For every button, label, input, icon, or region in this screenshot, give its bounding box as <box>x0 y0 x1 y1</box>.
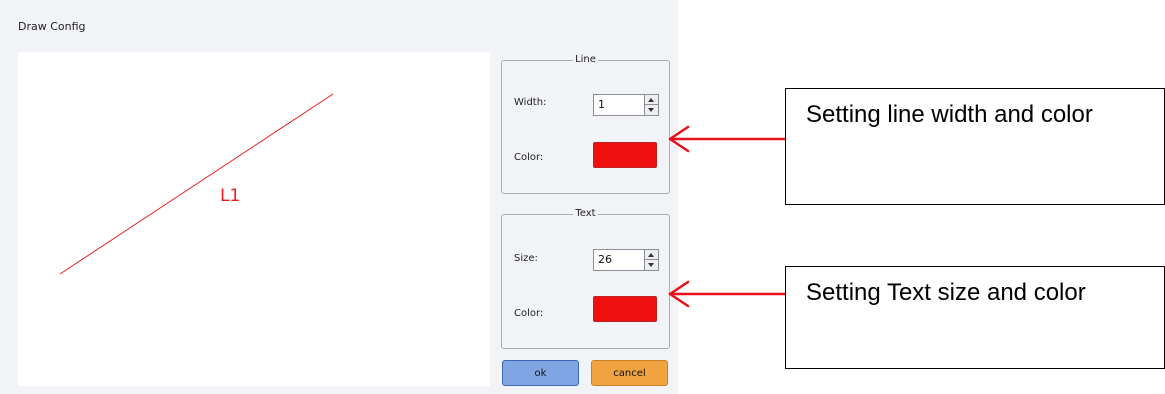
text-settings-callout: Setting Text size and color <box>785 266 1165 369</box>
line-settings-callout: Setting line width and color <box>785 88 1165 205</box>
